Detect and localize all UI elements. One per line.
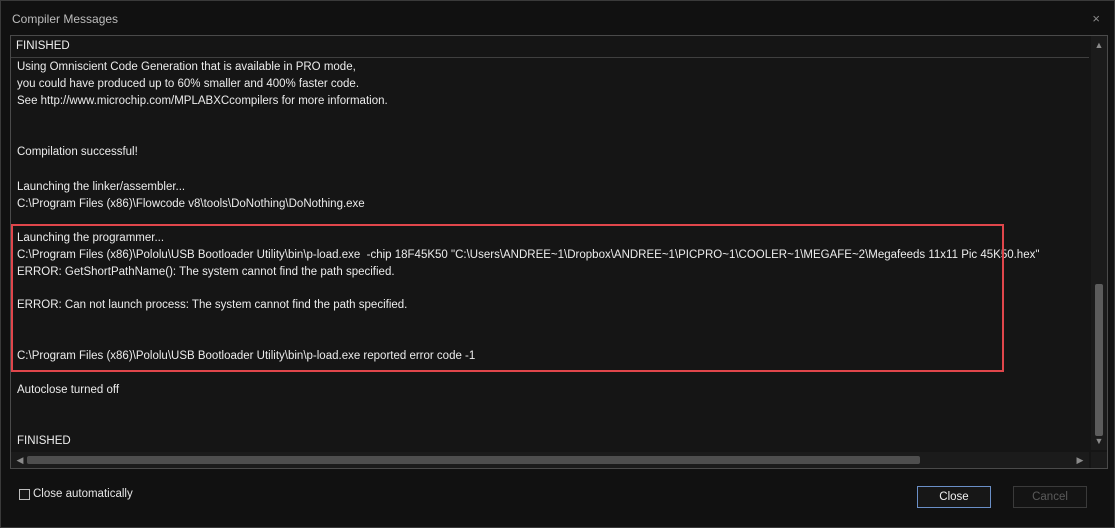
close-automatically-checkbox[interactable]: [19, 488, 30, 500]
log-line: Autoclose turned off: [17, 384, 120, 396]
log-line: Launching the linker/assembler...: [17, 181, 186, 193]
log-line: See http://www.microchip.com/MPLABXCcomp…: [17, 95, 388, 107]
close-icon[interactable]: ×: [1092, 11, 1100, 26]
vertical-scrollbar[interactable]: ▲ ▼: [1091, 36, 1107, 450]
log-line: C:\Program Files (x86)\Flowcode v8\tools…: [17, 198, 365, 210]
cancel-button: Cancel: [1013, 486, 1087, 508]
log-line: FINISHED: [17, 435, 71, 447]
scroll-right-arrow-icon[interactable]: ▶: [1075, 455, 1085, 465]
vertical-scroll-thumb[interactable]: [1095, 284, 1103, 436]
compiler-messages-window: Compiler Messages × FINISHED Using Omnis…: [0, 0, 1115, 528]
log-line: Using Omniscient Code Generation that is…: [17, 61, 356, 73]
error-highlight-box: [11, 224, 1004, 372]
log-line: Compilation successful!: [17, 146, 138, 158]
scroll-left-arrow-icon[interactable]: ◀: [15, 455, 25, 465]
scrollbar-corner: [1091, 452, 1107, 468]
horizontal-scroll-thumb[interactable]: [27, 456, 920, 464]
window-title: Compiler Messages: [12, 12, 119, 26]
scroll-down-arrow-icon[interactable]: ▼: [1094, 436, 1104, 446]
close-automatically-option[interactable]: Close automatically: [19, 488, 133, 500]
messages-panel[interactable]: FINISHED Using Omniscient Code Generatio…: [10, 35, 1108, 469]
close-button[interactable]: Close: [917, 486, 991, 508]
horizontal-scrollbar[interactable]: ◀ ▶: [11, 452, 1089, 468]
scroll-up-arrow-icon[interactable]: ▲: [1094, 40, 1104, 50]
messages-header: FINISHED: [11, 36, 1089, 58]
log-line: you could have produced up to 60% smalle…: [17, 78, 360, 90]
close-automatically-label[interactable]: Close automatically: [33, 488, 133, 500]
header-status: FINISHED: [16, 40, 70, 52]
